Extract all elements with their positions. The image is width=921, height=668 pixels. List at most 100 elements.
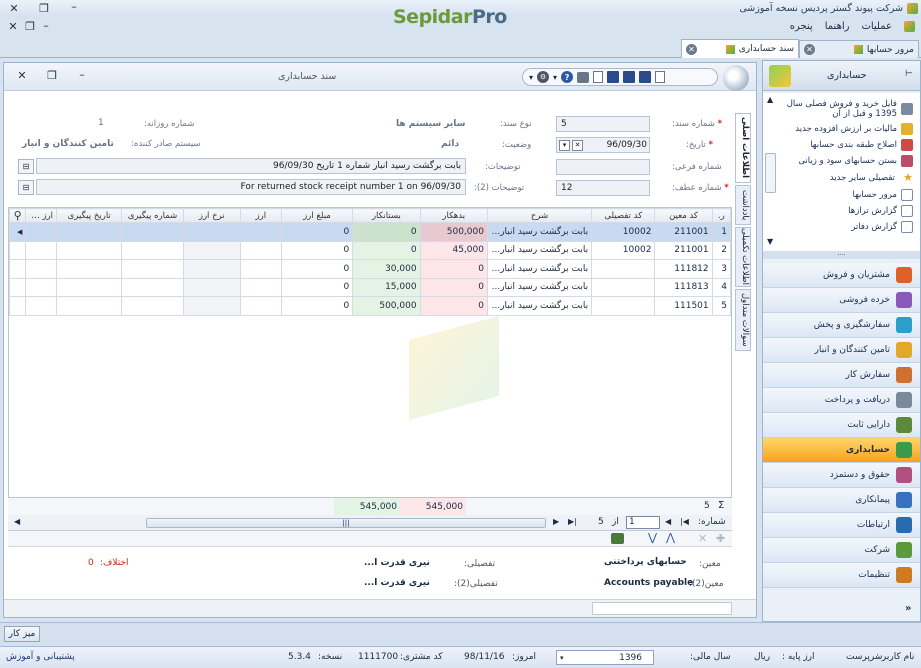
tab-accounts-review[interactable]: مرور حسابها ✕	[799, 40, 919, 58]
add-row-icon[interactable]: ✚	[716, 532, 725, 545]
col-header[interactable]: شرح	[486, 208, 593, 223]
menu-item-window[interactable]: پنجره	[790, 21, 813, 32]
module-company[interactable]: شرکت	[763, 538, 920, 563]
link-vat-new[interactable]: مالیات بر ارزش افزوده جدید	[779, 121, 917, 137]
mdi-close-button[interactable]: ✕	[5, 20, 21, 33]
sub-no-field[interactable]	[556, 159, 650, 175]
links-scroll-down-icon[interactable]: ▼	[767, 237, 773, 246]
col-header[interactable]: ارز (2)	[25, 208, 58, 223]
col-header[interactable]: شماره پیگیری	[121, 208, 184, 223]
module-orders-distribution[interactable]: سفارشگیری و پخش	[763, 313, 920, 338]
save-icon[interactable]	[639, 71, 652, 83]
module-suppliers-inventory[interactable]: تامین کنندگان و انبار	[763, 338, 920, 363]
vtab-faq[interactable]: سوالات متداول	[735, 289, 751, 351]
mdi-restore-button[interactable]: ❐	[22, 20, 38, 33]
link-accounts-review[interactable]: مرور حسابها	[779, 187, 917, 203]
desc2-field[interactable]: For returned stock receipt number 1 on 9…	[36, 179, 466, 195]
desc-lookup-icon[interactable]: ⊟	[18, 159, 34, 174]
delete-row-icon[interactable]: ✕	[698, 532, 707, 545]
fiscal-year-select[interactable]: ▾ 1396	[556, 650, 654, 665]
col-header[interactable]: ر.	[711, 208, 731, 223]
col-header[interactable]: تاریخ پیگیری	[56, 208, 123, 223]
table-row[interactable]: 5 111501 بابت برگشت رسید انبار... 0 500,…	[9, 296, 731, 316]
link-vat-file[interactable]: فایل خرید و فروش فصلی سال 1395 و قبل از …	[779, 97, 917, 121]
settings-icon[interactable]: ⚙	[537, 71, 550, 83]
hscroll-left-icon[interactable]: ◀	[14, 517, 20, 526]
help-icon[interactable]: ?	[561, 71, 574, 83]
pager-prev-icon[interactable]: ◀	[665, 517, 671, 526]
links-scrollbar[interactable]	[765, 153, 776, 193]
tab-close-icon[interactable]: ✕	[686, 43, 697, 55]
desk-button[interactable]: میز کار	[4, 626, 40, 642]
print-icon[interactable]	[577, 71, 590, 83]
minimize-window-button[interactable]: –	[66, 0, 82, 13]
module-settings[interactable]: تنظیمات	[763, 563, 920, 588]
panel-expand-icon[interactable]: »	[905, 603, 911, 614]
tab-close-icon[interactable]: ✕	[804, 44, 815, 55]
close-window-button[interactable]: ✕	[6, 2, 22, 15]
ref-no-field[interactable]: 12	[556, 180, 650, 196]
pager-current-input[interactable]: 1	[626, 516, 660, 529]
vtab-note[interactable]: یادداشت	[735, 185, 751, 225]
copy-icon[interactable]	[593, 71, 604, 83]
doc-restore-button[interactable]: ❐	[44, 69, 60, 82]
module-communications[interactable]: ارتباطات	[763, 513, 920, 538]
help-dropdown-icon[interactable]: ▾	[553, 73, 557, 82]
mdi-minimize-button[interactable]: –	[38, 19, 54, 32]
table-row[interactable]: 1 211001 10002 بابت برگشت رسید انبار... …	[9, 222, 731, 242]
save-close-icon[interactable]	[623, 71, 636, 83]
col-header[interactable]: بدهکار	[419, 208, 488, 223]
link-ledger-report[interactable]: گزارش دفاتر	[779, 219, 917, 235]
module-contracting[interactable]: پیمانکاری	[763, 488, 920, 513]
vtab-main-info[interactable]: اطلاعات اصلی	[735, 113, 751, 183]
save-new-icon[interactable]	[607, 71, 620, 83]
table-row[interactable]: 4 111813 بابت برگشت رسید انبار... 0 15,0…	[9, 277, 731, 297]
col-header[interactable]: مبلغ ارز	[280, 208, 354, 223]
pager-first-icon[interactable]: |◀	[680, 517, 689, 526]
restore-window-button[interactable]: ❐	[36, 2, 52, 15]
support-link[interactable]: پشتیبانی و آموزش	[6, 652, 75, 662]
links-scroll-up-icon[interactable]: ▲	[767, 95, 773, 104]
panel-splitter[interactable]: ....	[763, 251, 920, 259]
col-header[interactable]: بستانکار	[352, 208, 421, 223]
pager-last-icon[interactable]: ▶|	[568, 517, 577, 526]
col-header[interactable]: نرخ ارز	[182, 208, 241, 223]
clear-icon[interactable]: ✕	[572, 139, 583, 151]
move-up-icon[interactable]: ⋀	[666, 531, 675, 544]
export-icon[interactable]	[611, 533, 624, 544]
table-row[interactable]: 3 111812 بابت برگشت رسید انبار... 0 30,0…	[9, 259, 731, 279]
tab-accounting-doc[interactable]: سند حسابداری ✕	[681, 39, 799, 58]
module-accounting[interactable]: حسابداری	[763, 438, 920, 463]
desc2-lookup-icon[interactable]: ⊟	[18, 180, 34, 195]
col-header[interactable]: کد تفصیلی	[591, 208, 656, 223]
menu-dropdown-icon[interactable]: ▾	[529, 73, 533, 82]
link-new-tafsili[interactable]: ★ تفصیلی سایر جدید	[779, 169, 917, 187]
doc-minimize-button[interactable]: –	[74, 68, 90, 81]
grid-search-icon[interactable]: ⚲	[9, 208, 27, 223]
hscroll-thumb[interactable]: |||	[147, 519, 545, 527]
module-receipts-payments[interactable]: دریافت و پرداخت	[763, 388, 920, 413]
link-balance-report[interactable]: گزارش ترازها	[779, 203, 917, 219]
pager-next-icon[interactable]: ▶	[553, 517, 559, 526]
menu-item-operations[interactable]: عملیات	[861, 21, 892, 32]
doc-no-field[interactable]: 5	[556, 116, 650, 132]
module-fixed-assets[interactable]: دارایی ثابت	[763, 413, 920, 438]
col-header[interactable]: کد معین	[654, 208, 713, 223]
new-doc-icon[interactable]	[655, 71, 666, 83]
col-header[interactable]: ارز	[239, 208, 282, 223]
menu-item-help[interactable]: راهنما	[825, 21, 850, 32]
link-reclassify[interactable]: اصلاح طبقه بندی حسابها	[779, 137, 917, 153]
module-work-orders[interactable]: سفارش کار	[763, 363, 920, 388]
module-retail[interactable]: خرده فروشی	[763, 288, 920, 313]
pin-icon[interactable]: ⊢	[905, 69, 913, 79]
vtab-extra-info[interactable]: اطلاعات تکمیلی	[735, 227, 751, 287]
doc-close-button[interactable]: ✕	[14, 69, 30, 82]
fiscal-dropdown-icon[interactable]: ▾	[560, 654, 564, 662]
table-row[interactable]: 2 211001 10002 بابت برگشت رسید انبار... …	[9, 240, 731, 260]
link-close-pl[interactable]: بستن حسابهای سود و زیانی	[779, 153, 917, 169]
desc-field[interactable]: بابت برگشت رسید انبار شماره 1 تاریخ 96/0…	[36, 158, 466, 174]
module-customers-sales[interactable]: مشتریان و فروش	[763, 263, 920, 288]
bottom-input[interactable]	[592, 602, 732, 615]
module-payroll[interactable]: حقوق و دستمزد	[763, 463, 920, 488]
move-down-icon[interactable]: ⋁	[648, 531, 657, 544]
